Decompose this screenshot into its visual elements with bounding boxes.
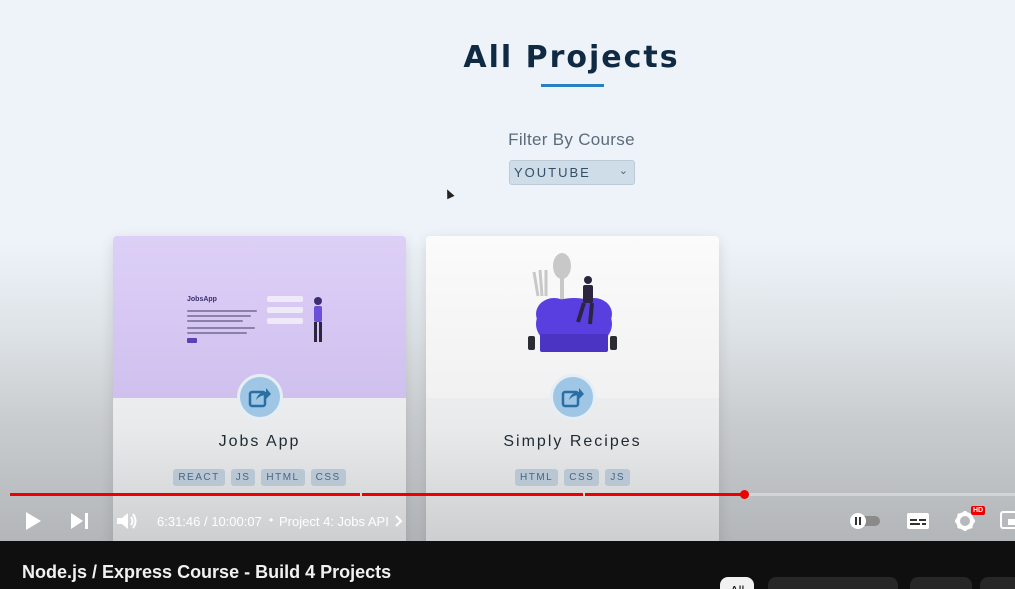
tech-tags: REACT JS HTML CSS: [113, 469, 406, 486]
open-project-button[interactable]: [236, 374, 283, 420]
filter-label: Filter By Course: [508, 130, 635, 149]
jobs-app-screenshot: JobsApp: [187, 296, 337, 351]
chip[interactable]: [768, 577, 898, 589]
tag: CSS: [564, 469, 600, 486]
volume-icon[interactable]: [116, 511, 138, 531]
jobs-app-logo: JobsApp: [187, 296, 217, 303]
open-project-button[interactable]: [549, 374, 596, 420]
player-controls: 6:31:46 / 10:00:07 • Project 4: Jobs API: [0, 500, 1015, 541]
course-filter-value: YOUTUBE: [514, 165, 591, 180]
tech-tags: HTML CSS JS: [426, 469, 719, 486]
person-illustration-icon: [314, 297, 322, 342]
tag: HTML: [515, 469, 559, 486]
tag: CSS: [310, 469, 346, 486]
title-underline: [541, 84, 604, 87]
autoplay-toggle-icon[interactable]: [848, 513, 882, 529]
share-icon: [561, 388, 584, 408]
video-player[interactable]: All Projects Filter By Course YOUTUBE ⌄ …: [0, 0, 1015, 541]
course-filter-select[interactable]: YOUTUBE ⌄: [509, 160, 635, 185]
chevron-right-icon[interactable]: [395, 515, 403, 527]
time-display: 6:31:46 / 10:00:07: [157, 514, 262, 529]
video-title: Node.js / Express Course - Build 4 Proje…: [22, 562, 392, 582]
chevron-down-icon: ⌄: [618, 165, 628, 177]
chapter-marker: [360, 493, 362, 496]
next-icon[interactable]: [70, 512, 90, 530]
project-title: Simply Recipes: [503, 433, 642, 450]
hd-badge: HD: [971, 506, 986, 515]
chef-hat-illustration-icon: [528, 253, 617, 352]
chip[interactable]: [910, 577, 972, 589]
tag: REACT: [173, 469, 225, 486]
progress-bar-played: [10, 493, 747, 496]
page-title: All Projects: [463, 40, 680, 75]
bullet-separator: •: [269, 513, 274, 527]
tag: JS: [605, 469, 630, 486]
tag: HTML: [261, 469, 305, 486]
chip-all[interactable]: All: [720, 577, 755, 589]
play-icon[interactable]: [24, 511, 42, 531]
progress-scrubber[interactable]: [740, 490, 749, 499]
share-icon: [248, 388, 271, 408]
chapter-title[interactable]: Project 4: Jobs API: [279, 514, 389, 529]
mouse-cursor-icon: [443, 187, 455, 200]
tag: JS: [230, 469, 256, 486]
chip[interactable]: [980, 577, 1015, 589]
youtube-watch-page: All Projects Filter By Course YOUTUBE ⌄ …: [0, 0, 1015, 589]
miniplayer-icon[interactable]: [1000, 511, 1015, 531]
project-title: Jobs App: [218, 433, 301, 450]
captions-icon[interactable]: [906, 512, 930, 530]
chapter-marker: [583, 493, 585, 496]
